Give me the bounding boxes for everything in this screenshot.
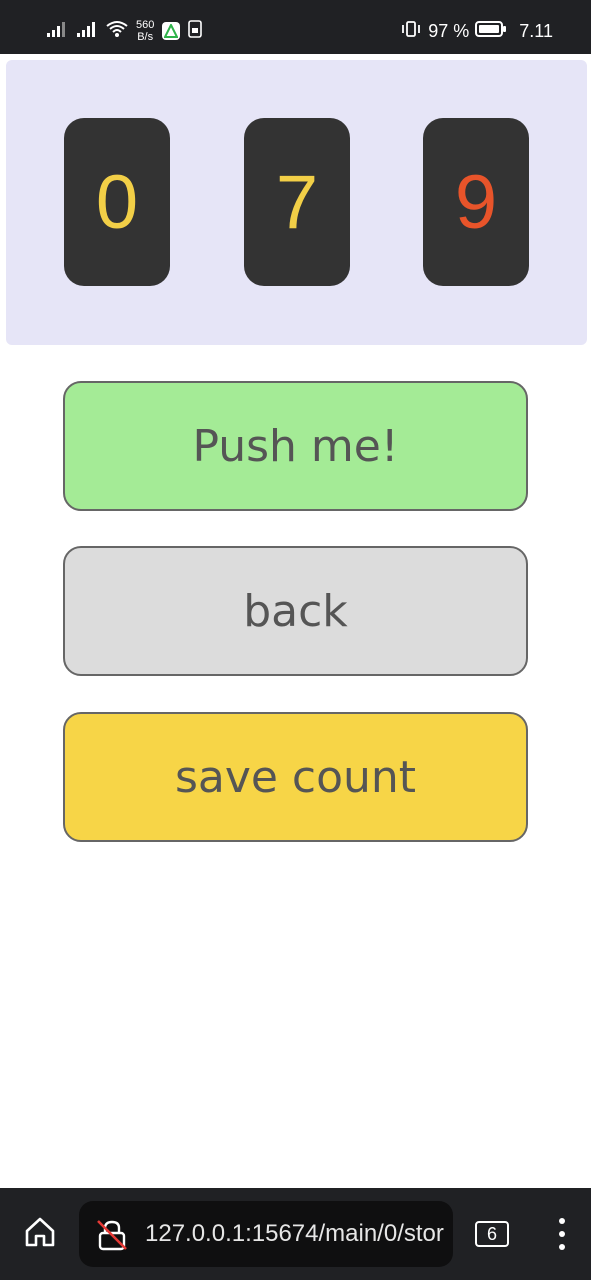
menu-dot (559, 1231, 565, 1237)
url-text[interactable]: 127.0.0.1:15674/main/0/stor (145, 1201, 450, 1267)
digit-ones: 9 (454, 159, 498, 245)
status-left-group: 560 B/s (46, 17, 203, 45)
tab-switcher-button[interactable]: 6 (475, 1221, 509, 1247)
wifi-icon (106, 20, 128, 42)
sim-icon (188, 20, 203, 42)
push-me-button[interactable]: Push me! (63, 381, 528, 511)
back-button[interactable]: back (63, 546, 528, 676)
clock: 7.11 (519, 20, 553, 41)
status-right-group: 97 % 7.11 (400, 17, 553, 45)
digit-card-tens: 7 (244, 118, 350, 286)
digit-tens: 7 (275, 159, 319, 245)
status-bar: 560 B/s 97 % 7.11 (0, 0, 591, 54)
net-speed-unit: B/s (137, 31, 154, 43)
battery-icon (475, 20, 507, 42)
app-notification-icon (162, 22, 181, 40)
digit-card-hundreds: 0 (64, 118, 170, 286)
net-speed: 560 B/s (136, 19, 154, 43)
vibrate-icon (400, 20, 422, 42)
address-bar[interactable]: 127.0.0.1:15674/main/0/stor (79, 1201, 453, 1267)
save-count-button[interactable]: save count (63, 712, 528, 842)
menu-dot (559, 1218, 565, 1224)
digit-hundreds: 0 (95, 159, 139, 245)
signal-icon (46, 20, 68, 42)
browser-toolbar: 127.0.0.1:15674/main/0/stor 6 (0, 1188, 591, 1280)
digit-card-ones: 9 (423, 118, 529, 286)
menu-dot (559, 1244, 565, 1250)
more-menu-icon[interactable] (550, 1214, 574, 1254)
home-icon[interactable] (20, 1212, 60, 1252)
tab-count: 6 (486, 1223, 497, 1244)
signal-icon-2 (76, 20, 98, 42)
battery-percent: 97 % (428, 20, 470, 41)
net-speed-value: 560 (136, 19, 155, 31)
counter-display: 0 7 9 (6, 60, 587, 345)
insecure-lock-icon[interactable] (95, 1218, 129, 1252)
